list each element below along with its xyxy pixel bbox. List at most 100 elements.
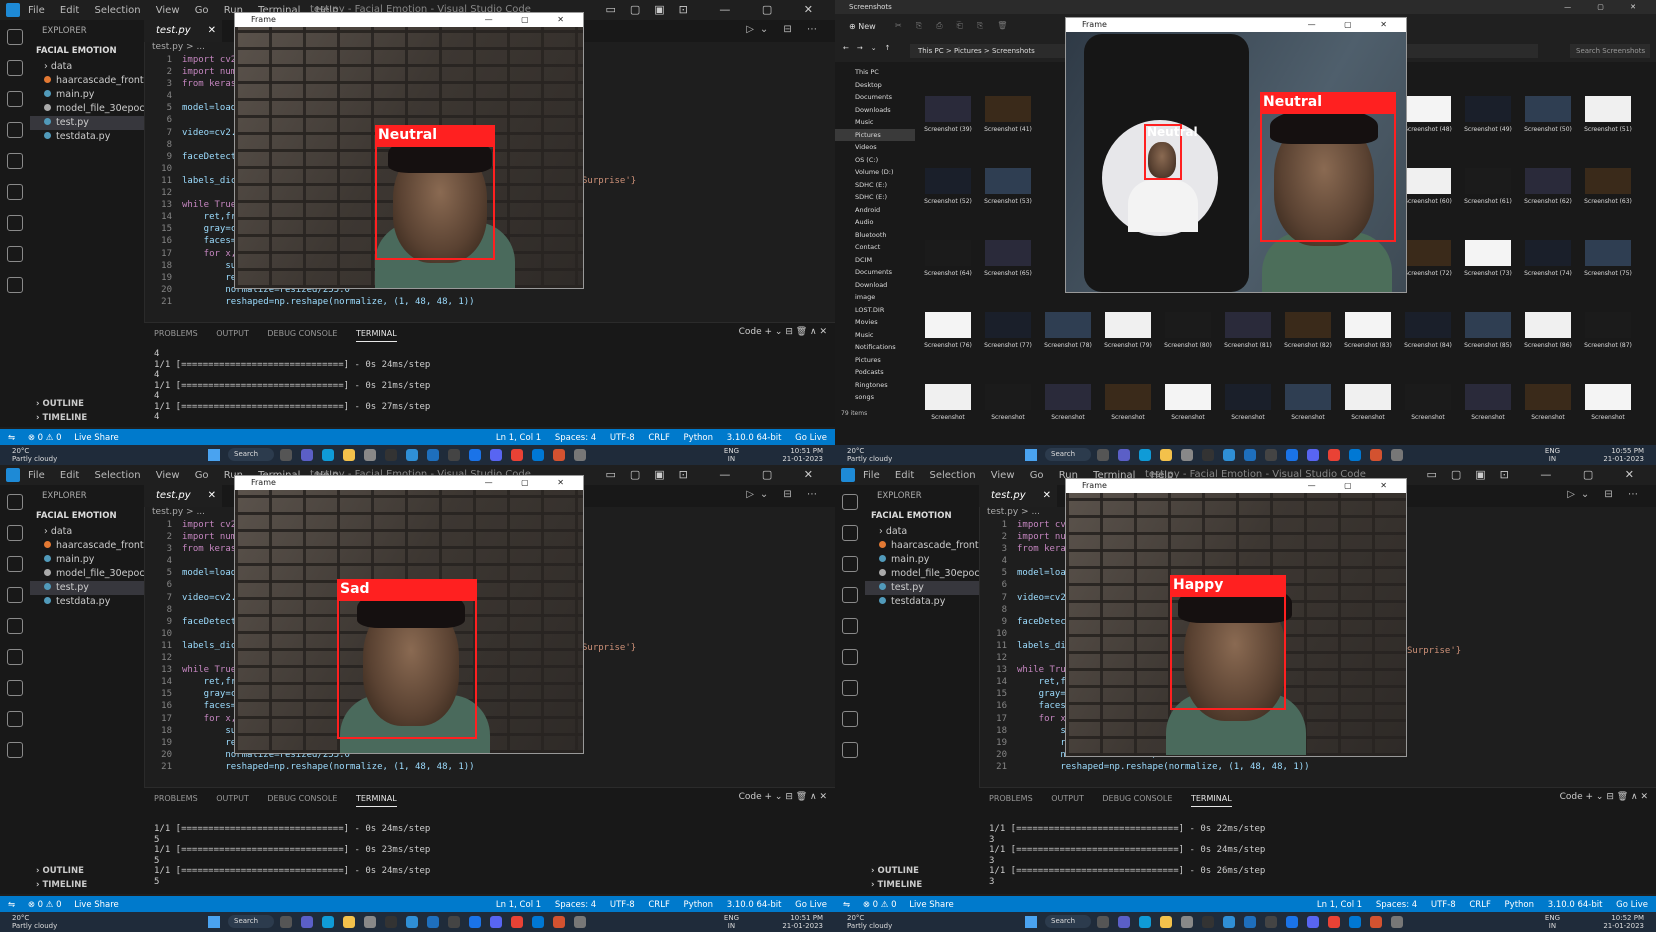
testing-icon[interactable] [842,680,858,696]
file-item[interactable]: model_file_30epochs... [30,567,144,581]
nav-item[interactable]: DCIM [835,254,915,267]
clock[interactable]: 10:51 PM 21-01-2023 [782,914,823,930]
window-controls[interactable]: ▭▢▣⊡ — ▢ ✕ [606,3,828,16]
weather-widget[interactable]: 20°C Partly cloudy [847,447,892,463]
screenshot-thumbnail[interactable] [985,96,1031,122]
screenshot-thumbnail[interactable] [1465,312,1511,338]
start-button[interactable] [1025,448,1037,461]
language-indicator[interactable]: ENG IN [1545,914,1560,930]
eol[interactable]: CRLF [648,900,669,910]
screenshot-thumbnail[interactable] [1525,312,1571,338]
nav-item[interactable]: SDHC (E:) [835,179,915,192]
notebook-icon[interactable] [7,277,23,293]
discord-icon[interactable] [490,915,502,928]
close-icon[interactable]: ✕ [208,485,216,507]
window-controls[interactable]: ▭▢▣⊡ — ▢ ✕ [606,468,828,481]
nav-item[interactable]: Music [835,116,915,129]
clock[interactable]: 10:52 PM 21-01-2023 [1603,914,1644,930]
python-icon[interactable] [574,915,586,928]
search-input[interactable]: Search Screenshots [1570,44,1650,58]
photos-icon[interactable] [427,448,439,461]
tab-problems[interactable]: PROBLEMS [154,794,198,803]
live-share-icon[interactable] [7,246,23,262]
file-item[interactable]: main.py [30,553,144,567]
breadcrumb[interactable]: test.py > ... [152,42,205,52]
screenshot-thumbnail[interactable] [1465,96,1511,122]
nav-item[interactable]: image [835,291,915,304]
file-item[interactable]: testdata.py [30,130,144,144]
nav-item[interactable]: Desktop [835,79,915,92]
vscode-taskbar-icon[interactable] [532,915,544,928]
notebook-icon[interactable] [7,742,23,758]
nav-arrows[interactable]: ←→⌄↑ [843,44,898,52]
file-explorer-icon[interactable] [1160,915,1172,928]
tab-debug-console[interactable]: DEBUG CONSOLE [1102,794,1172,803]
project-folder[interactable]: FACIAL EMOTION [30,507,144,525]
file-explorer-icon[interactable] [1160,448,1172,461]
run-button[interactable]: ▷⌄ ⊟ ⋯ [746,24,823,35]
timeline-section[interactable]: › TIMELINE [30,411,144,425]
timeline-section[interactable]: › TIMELINE [865,878,979,892]
notebook-icon[interactable] [842,742,858,758]
menu-view[interactable]: View [156,5,180,16]
screenshot-thumbnail[interactable] [1405,312,1451,338]
task-view-icon[interactable] [280,448,292,461]
screenshot-thumbnail[interactable] [985,312,1031,338]
clock[interactable]: 10:51 PM 21-01-2023 [782,447,823,463]
testing-icon[interactable] [7,215,23,231]
screenshot-thumbnail[interactable] [1585,96,1631,122]
breadcrumb[interactable]: test.py > ... [152,507,205,517]
nav-item[interactable]: Podcasts [835,366,915,379]
menu-selection[interactable]: Selection [929,470,975,481]
screenshot-thumbnail[interactable] [925,312,971,338]
file-item[interactable]: test.py [30,581,144,595]
cursor-position[interactable]: Ln 1, Col 1 [496,900,541,910]
indentation[interactable]: Spaces: 4 [555,433,596,443]
breadcrumb[interactable]: test.py > ... [987,507,1040,517]
menu-go[interactable]: Go [1030,470,1044,481]
interpreter[interactable]: 3.10.0 64-bit [727,900,782,910]
go-live-button[interactable]: Go Live [1616,900,1648,910]
terminal-app-icon[interactable] [1202,915,1214,928]
screenshot-thumbnail[interactable] [1045,384,1091,410]
indentation[interactable]: Spaces: 4 [1376,900,1417,910]
xbox-icon[interactable] [448,915,460,928]
screenshot-thumbnail[interactable] [1045,312,1091,338]
file-item[interactable]: haarcascade_frontalfa... [30,539,144,553]
menu-view[interactable]: View [991,470,1015,481]
nav-item[interactable]: Bluetooth [835,229,915,242]
live-share-button[interactable]: Live Share [74,433,119,443]
file-item[interactable]: › data [865,525,979,539]
files-icon[interactable] [7,29,23,45]
screenshot-thumbnail[interactable] [1405,240,1451,266]
language-indicator[interactable]: ENG IN [724,447,739,463]
cursor-position[interactable]: Ln 1, Col 1 [496,433,541,443]
chrome-icon[interactable] [1328,915,1340,928]
nav-item[interactable]: Pictures [835,128,915,141]
toolbar-icons[interactable]: ✂⎘⎙⎗⎘🗑 [895,21,1021,31]
frame-window-controls[interactable]: — ▢ ✕ [485,476,577,490]
chat-icon[interactable] [1118,448,1130,461]
file-explorer-icon[interactable] [343,448,355,461]
zoom-icon[interactable] [1286,448,1298,461]
extensions-icon[interactable] [7,649,23,665]
xbox-icon[interactable] [448,448,460,461]
mail-icon[interactable] [1223,915,1235,928]
tab-test-py[interactable]: test.py ✕ [979,485,1057,507]
terminal-app-icon[interactable] [1202,448,1214,461]
tab-test-py[interactable]: test.py ✕ [144,20,222,42]
panel-toolbar[interactable]: Code + ⌄ ⊟ 🗑 ∧ ✕ [739,792,827,802]
screenshot-thumbnail[interactable] [1465,240,1511,266]
terminal-app-icon[interactable] [385,915,397,928]
xbox-icon[interactable] [1265,915,1277,928]
python-icon[interactable] [574,448,586,461]
python-icon[interactable] [1391,448,1403,461]
screenshot-thumbnail[interactable] [925,240,971,266]
zoom-icon[interactable] [469,448,481,461]
vscode-taskbar-icon[interactable] [1349,915,1361,928]
mail-icon[interactable] [1223,448,1235,461]
nav-item[interactable]: Music [835,329,915,342]
screenshot-thumbnail[interactable] [1405,96,1451,122]
remote-explorer-icon[interactable] [842,618,858,634]
nav-item[interactable]: LOST.DIR [835,304,915,317]
